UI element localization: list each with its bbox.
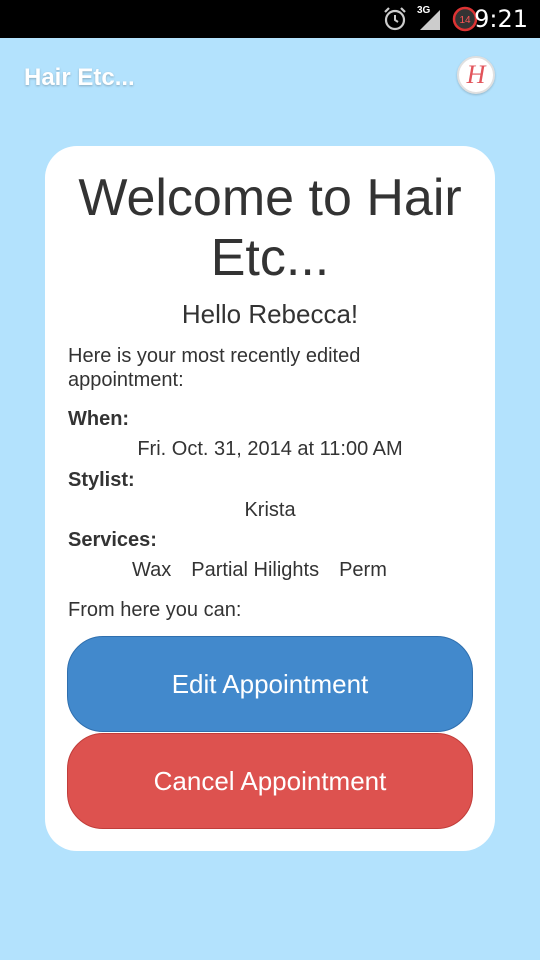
greeting: Hello Rebecca! <box>181 299 359 329</box>
app-logo[interactable]: H <box>457 56 495 94</box>
stylist-label: Stylist: <box>68 469 135 491</box>
intro-text: Here is your most recently edited appoin… <box>68 345 361 391</box>
cancel-appointment-button[interactable]: Cancel Appointment <box>67 733 473 829</box>
service-item: Perm <box>339 559 387 581</box>
battery-level: 14 <box>459 15 471 26</box>
welcome-card: Welcome to Hair Etc... Hello Rebecca! He… <box>45 146 495 851</box>
edit-appointment-button[interactable]: Edit Appointment <box>67 636 473 732</box>
clock: 9:21 <box>474 5 528 33</box>
signal-icon <box>420 10 440 30</box>
alarm-icon <box>384 7 406 31</box>
service-item: Partial Hilights <box>191 559 320 581</box>
cancel-appointment-label: Cancel Appointment <box>153 765 387 796</box>
from-here-text: From here you can: <box>68 599 242 621</box>
status-bar: 3G 14 9:21 <box>0 0 540 38</box>
when-value: Fri. Oct. 31, 2014 at 11:00 AM <box>137 438 403 460</box>
service-item: Wax <box>132 559 172 581</box>
services-list: Wax Partial Hilights Perm <box>132 559 387 582</box>
when-label: When: <box>68 408 130 430</box>
app-title: Hair Etc... <box>24 64 135 91</box>
stylist-value: Krista <box>244 499 296 521</box>
edit-appointment-label: Edit Appointment <box>171 668 369 699</box>
services-label: Services: <box>68 529 157 551</box>
welcome-heading: Welcome to Hair Etc... <box>78 169 462 287</box>
app-bar: Hair Etc... H <box>0 38 540 116</box>
logo-letter: H <box>466 60 486 89</box>
